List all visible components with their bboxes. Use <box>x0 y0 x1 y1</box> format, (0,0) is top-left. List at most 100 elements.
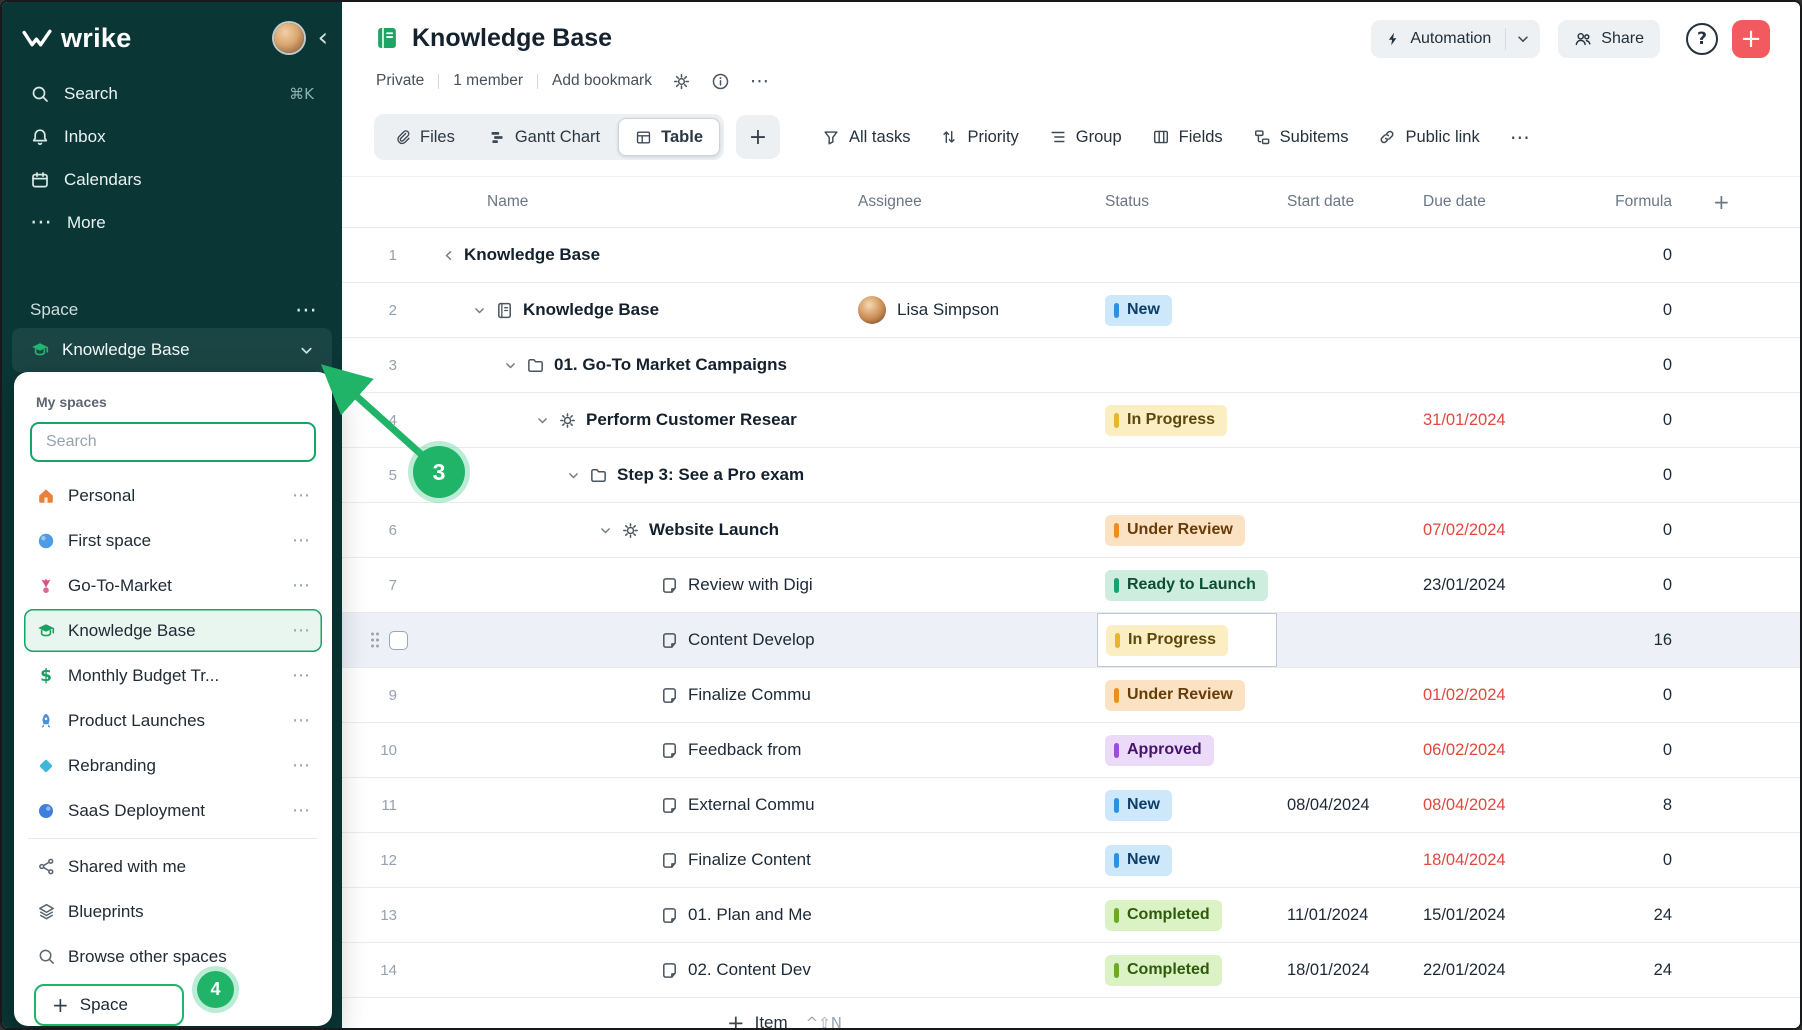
name-cell[interactable]: Finalize Commu <box>422 668 850 722</box>
item-more-icon[interactable]: ⋯ <box>292 530 310 551</box>
start-date-cell[interactable]: 08/04/2024 <box>1277 796 1407 815</box>
due-date-cell[interactable]: 08/04/2024 <box>1407 796 1547 815</box>
name-cell[interactable]: Review with Digi <box>422 558 850 612</box>
chevron-down-icon[interactable] <box>473 304 486 317</box>
status-cell[interactable]: Completed <box>1097 943 1277 997</box>
formula-cell[interactable]: 0 <box>1547 411 1687 430</box>
status-badge[interactable]: Ready to Launch <box>1105 569 1268 601</box>
space-item-product-launches[interactable]: Product Launches ⋯ <box>24 699 322 742</box>
status-cell[interactable]: New <box>1097 778 1277 832</box>
assignee-cell[interactable] <box>850 668 1097 722</box>
item-more-icon[interactable]: ⋯ <box>292 665 310 686</box>
blueprints-item[interactable]: Blueprints <box>24 890 322 933</box>
formula-cell[interactable]: 0 <box>1547 576 1687 595</box>
popup-search-box[interactable] <box>30 422 316 462</box>
gear-icon[interactable] <box>672 72 691 91</box>
table-row[interactable]: 7 Review with Digi Ready to Launch 23/01… <box>342 558 1800 613</box>
start-date-cell[interactable]: 11/01/2024 <box>1277 906 1407 925</box>
sort-priority[interactable]: Priority <box>940 128 1019 147</box>
add-item-row[interactable]: + Item ^⇧N <box>342 998 1800 1028</box>
chevron-left-icon[interactable] <box>442 249 455 262</box>
due-date-cell[interactable]: 06/02/2024 <box>1407 741 1547 760</box>
space-item-first-space[interactable]: First space ⋯ <box>24 519 322 562</box>
assignee-cell[interactable] <box>850 943 1097 997</box>
status-cell[interactable]: New <box>1097 283 1277 337</box>
assignee-cell[interactable] <box>850 503 1097 557</box>
space-selector[interactable]: Knowledge Base <box>12 328 332 372</box>
browse-other-spaces-item[interactable]: Browse other spaces <box>24 935 322 978</box>
status-badge[interactable]: Completed <box>1105 954 1222 986</box>
status-cell[interactable]: In Progress <box>1097 393 1277 447</box>
group-button[interactable]: Group <box>1049 128 1122 147</box>
status-badge[interactable]: New <box>1105 789 1172 821</box>
name-cell[interactable]: Finalize Content <box>422 833 850 887</box>
status-cell-selected[interactable]: In Progress <box>1097 613 1277 667</box>
formula-cell[interactable]: 0 <box>1547 741 1687 760</box>
table-row[interactable]: 10 Feedback from Approved 06/02/2024 0 <box>342 723 1800 778</box>
add-view-button[interactable]: + <box>736 115 781 159</box>
sidebar-collapse-icon[interactable]: ‹ <box>318 25 328 51</box>
status-cell[interactable] <box>1097 338 1277 392</box>
automation-chevron-button[interactable] <box>1506 32 1540 46</box>
name-cell[interactable]: Step 3: See a Pro exam <box>422 448 850 502</box>
due-date-cell[interactable]: 22/01/2024 <box>1407 961 1547 980</box>
start-date-cell[interactable]: 18/01/2024 <box>1277 961 1407 980</box>
more-icon[interactable]: ⋯ <box>750 70 769 92</box>
add-button[interactable]: + <box>1732 20 1770 58</box>
due-date-cell[interactable]: 23/01/2024 <box>1407 576 1547 595</box>
name-cell[interactable]: External Commu <box>422 778 850 832</box>
name-cell[interactable]: Perform Customer Resear <box>422 393 850 447</box>
column-header-assignee[interactable]: Assignee <box>850 193 1097 211</box>
formula-cell[interactable]: 0 <box>1547 686 1687 705</box>
assignee-cell[interactable] <box>850 338 1097 392</box>
column-header-due-date[interactable]: Due date <box>1407 193 1547 211</box>
space-item-monthly-budget[interactable]: $ Monthly Budget Tr... ⋯ <box>24 654 322 697</box>
filter-all-tasks[interactable]: All tasks <box>822 128 910 147</box>
status-cell[interactable]: Under Review <box>1097 668 1277 722</box>
table-row[interactable]: 4 Perform Customer Resear In Progress 31… <box>342 393 1800 448</box>
user-avatar[interactable] <box>273 23 304 53</box>
name-cell[interactable]: Knowledge Base <box>422 283 850 337</box>
due-date-cell[interactable]: 31/01/2024 <box>1407 411 1547 430</box>
table-row[interactable]: 5 Step 3: See a Pro exam 0 <box>342 448 1800 503</box>
assignee-cell[interactable] <box>850 228 1097 282</box>
assignee-cell[interactable] <box>850 448 1097 502</box>
assignee-cell[interactable] <box>850 558 1097 612</box>
formula-cell[interactable]: 0 <box>1547 356 1687 375</box>
name-cell[interactable]: Knowledge Base <box>422 228 850 282</box>
formula-cell[interactable]: 0 <box>1547 301 1687 320</box>
status-badge[interactable]: New <box>1105 844 1172 876</box>
shared-with-me-item[interactable]: Shared with me <box>24 845 322 888</box>
assignee-cell[interactable] <box>850 613 1097 667</box>
name-cell[interactable]: Feedback from <box>422 723 850 777</box>
table-row[interactable]: 9 Finalize Commu Under Review 01/02/2024… <box>342 668 1800 723</box>
assignee-cell[interactable] <box>850 888 1097 942</box>
assignee-cell[interactable] <box>850 833 1097 887</box>
add-bookmark-link[interactable]: Add bookmark <box>552 72 652 90</box>
info-icon[interactable] <box>711 72 730 91</box>
assignee-cell[interactable] <box>850 723 1097 777</box>
due-date-cell[interactable]: 15/01/2024 <box>1407 906 1547 925</box>
status-cell[interactable] <box>1097 448 1277 502</box>
assignee-cell[interactable]: Lisa Simpson <box>850 283 1097 337</box>
column-header-status[interactable]: Status <box>1097 193 1277 211</box>
chevron-down-icon[interactable] <box>567 469 580 482</box>
status-cell[interactable]: New <box>1097 833 1277 887</box>
row-checkbox[interactable] <box>389 630 408 650</box>
status-cell[interactable]: Under Review <box>1097 503 1277 557</box>
space-item-rebranding[interactable]: Rebranding ⋯ <box>24 744 322 787</box>
subitems-button[interactable]: Subitems <box>1253 128 1348 147</box>
sidebar-item-search[interactable]: Search ⌘K <box>12 72 332 115</box>
item-more-icon[interactable]: ⋯ <box>292 710 310 731</box>
sidebar-item-calendars[interactable]: Calendars <box>12 158 332 201</box>
table-row[interactable]: 12 Finalize Content New 18/04/2024 0 <box>342 833 1800 888</box>
name-cell[interactable]: 01. Go-To Market Campaigns <box>422 338 850 392</box>
share-button[interactable]: Share <box>1558 20 1660 58</box>
column-header-name[interactable]: Name <box>422 193 850 211</box>
status-cell[interactable]: Completed <box>1097 888 1277 942</box>
help-button[interactable]: ? <box>1686 23 1718 55</box>
space-item-saas-deployment[interactable]: SaaS Deployment ⋯ <box>24 789 322 832</box>
chevron-down-icon[interactable] <box>536 414 549 427</box>
space-item-knowledge-base[interactable]: Knowledge Base ⋯ <box>24 609 322 652</box>
table-row[interactable]: 1 Knowledge Base 0 <box>342 228 1800 283</box>
